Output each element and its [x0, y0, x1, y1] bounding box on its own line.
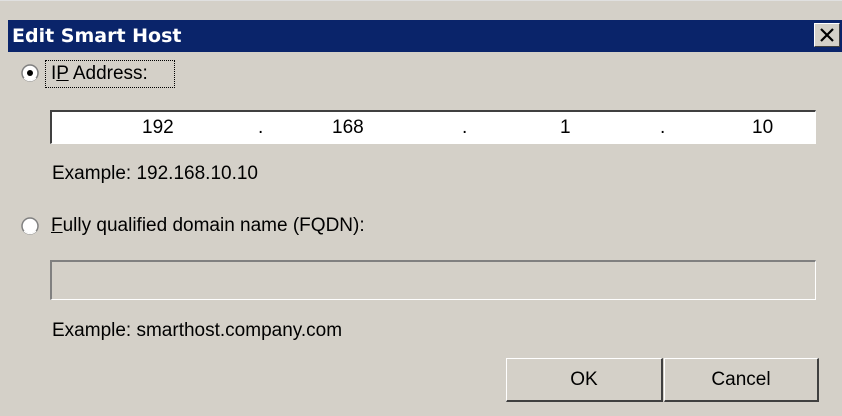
ip-separator-2: .	[462, 117, 468, 138]
ip-label-suffix: Address:	[68, 63, 148, 84]
ip-label-mnemonic: P	[56, 63, 69, 84]
radio-selected-icon	[21, 64, 39, 82]
title-bar[interactable]: Edit Smart Host	[8, 20, 842, 52]
ip-octet-3[interactable]: 1	[560, 117, 571, 139]
ip-example-text: Example: 192.168.10.10	[52, 163, 258, 184]
ok-button-label: OK	[570, 369, 598, 390]
ip-octet-4[interactable]: 10	[752, 117, 773, 139]
fqdn-radio[interactable]	[21, 217, 39, 235]
ip-address-radio[interactable]	[21, 64, 39, 82]
ip-address-field[interactable]: 192 . 168 . 1 . 10	[50, 110, 816, 144]
close-x-icon	[820, 28, 834, 42]
cancel-button[interactable]: Cancel	[664, 358, 819, 402]
ip-address-label[interactable]: IP Address:	[51, 63, 148, 85]
ip-octet-1[interactable]: 192	[142, 117, 174, 139]
ip-separator-3: .	[660, 117, 666, 138]
close-button[interactable]	[814, 23, 840, 47]
fqdn-input[interactable]	[50, 260, 816, 300]
fqdn-example-text: Example: smarthost.company.com	[52, 320, 343, 341]
window-title: Edit Smart Host	[12, 25, 182, 47]
ip-octet-2[interactable]: 168	[332, 117, 364, 139]
fqdn-label-mnemonic: F	[51, 215, 63, 236]
fqdn-label-suffix: ully qualified domain name (FQDN):	[62, 215, 365, 236]
fqdn-label[interactable]: Fully qualified domain name (FQDN):	[51, 215, 365, 237]
ip-separator-1: .	[258, 117, 264, 138]
cancel-button-label: Cancel	[711, 369, 771, 390]
edit-smart-host-dialog: Edit Smart Host IP Address: 192 . 168 . …	[0, 0, 842, 416]
ok-button[interactable]: OK	[506, 358, 663, 402]
radio-unselected-icon	[21, 217, 39, 235]
